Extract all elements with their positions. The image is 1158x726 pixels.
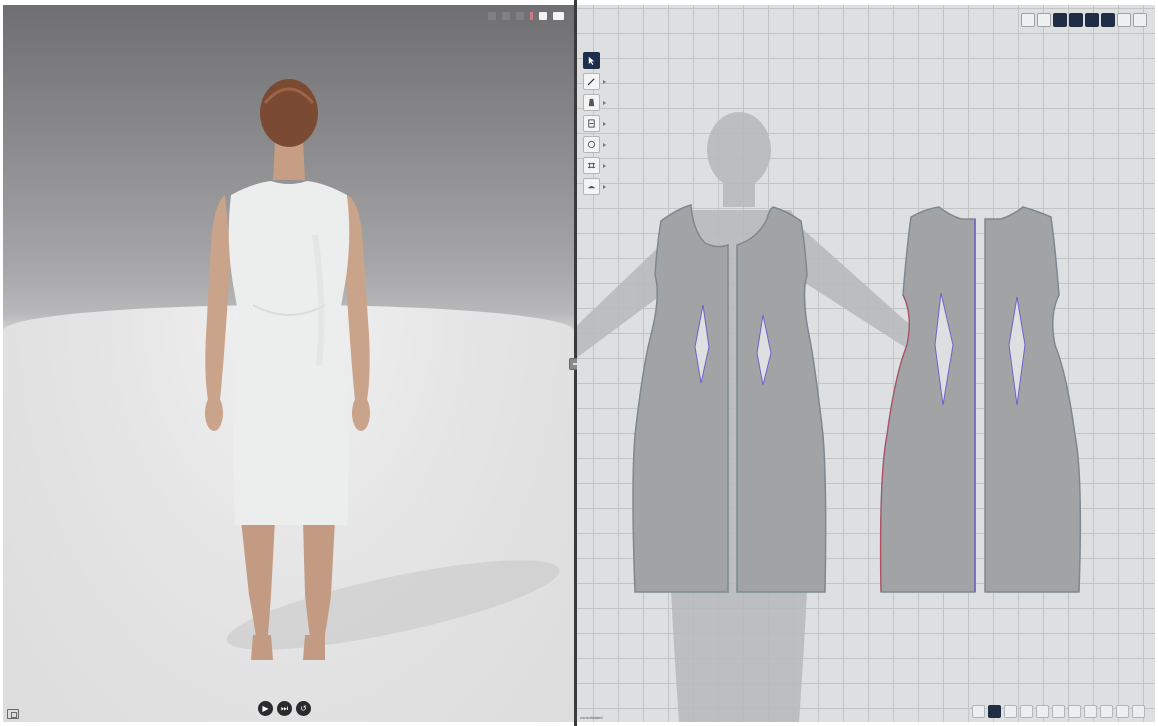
sewing-tool[interactable] [583,157,606,174]
grid-toggle-icon[interactable] [1053,13,1067,27]
avatar-silhouette-icon[interactable] [1101,13,1115,27]
seam-display-icon[interactable] [1069,13,1083,27]
pattern-canvas [577,112,1082,722]
status-text: consolidated [580,715,603,720]
layer-icon[interactable] [1100,705,1113,718]
next-frame-icon[interactable]: ⏭ [277,701,292,716]
expand-caret-icon[interactable] [603,185,606,189]
zoom-in-icon[interactable] [1004,705,1017,718]
arrange-icon[interactable] [988,705,1001,718]
edit-point-icon [588,119,595,128]
zoom-out-icon[interactable] [1020,705,1033,718]
avatar-visibility-icon[interactable] [502,12,510,20]
pattern-tool[interactable] [583,94,606,111]
align-icon[interactable] [1052,705,1065,718]
3d-viewport[interactable]: ▶ ⏭ ↺ [3,5,574,722]
symmetry-icon[interactable] [1068,705,1081,718]
more-icon[interactable] [1132,705,1145,718]
circle-icon [587,140,596,149]
texture-icon[interactable] [1117,13,1131,27]
avatar-dress [228,181,350,525]
search-icon[interactable] [1036,705,1049,718]
sewing-display-icon[interactable] [1085,13,1099,27]
expand-caret-icon[interactable] [603,122,606,126]
pen-tool[interactable] [583,73,606,90]
avatar-scene [205,79,560,660]
simulation-controls: ▶ ⏭ ↺ [258,701,311,716]
lock-icon[interactable] [1116,705,1129,718]
expand-caret-icon[interactable] [603,143,606,147]
view-mode-icon[interactable] [7,709,19,719]
pattern-icon [588,98,595,107]
render-mode-icon[interactable] [539,12,547,20]
expand-caret-icon[interactable] [603,80,606,84]
expand-caret-icon[interactable] [603,164,606,168]
garment-design-app: ▶ ⏭ ↺ consolidated [0,0,1158,726]
garment-visibility-icon[interactable] [516,12,524,20]
fold-icon [587,186,596,189]
ruler-icon[interactable] [1037,13,1051,27]
pattern-toolbar [583,52,606,195]
settings-icon[interactable] [1133,13,1147,27]
sewing-icon [587,162,596,169]
mirror-icon[interactable] [1084,705,1097,718]
dimension-icon[interactable] [1021,13,1035,27]
2d-bottom-toolbar [972,705,1145,718]
back-pattern-pieces[interactable] [879,206,1082,593]
2d-view-toolbar [1021,13,1147,27]
play-icon[interactable]: ▶ [258,701,273,716]
select-tool[interactable] [583,52,600,69]
expand-caret-icon[interactable] [603,101,606,105]
fit-view-icon[interactable] [972,705,985,718]
pen-icon [587,78,595,86]
viewport-toolbar [488,12,564,20]
stress-map-icon[interactable] [530,12,533,20]
edit-point-tool[interactable] [583,115,606,132]
fold-tool[interactable] [583,178,606,195]
camera-icon[interactable] [553,12,564,20]
reset-icon[interactable]: ↺ [296,701,311,716]
cursor-icon [588,56,595,65]
2d-pattern-window[interactable]: consolidated [577,5,1155,722]
display-icon[interactable] [488,12,496,20]
circle-tool[interactable] [583,136,606,153]
